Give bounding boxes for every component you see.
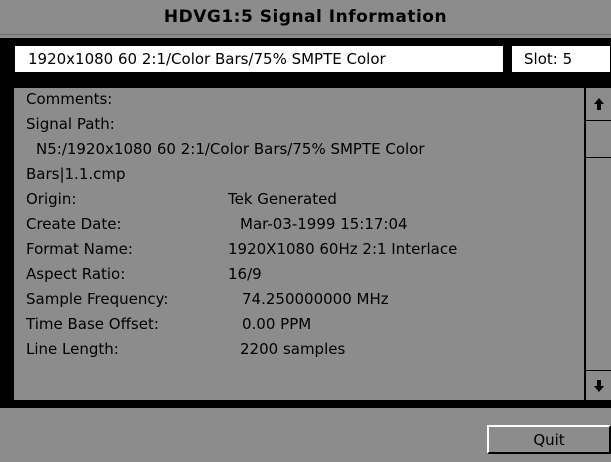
aspect-ratio-value: 16/9: [228, 265, 262, 283]
footer: Quit: [0, 408, 611, 462]
arrow-up-icon: [593, 98, 604, 110]
scroll-down-button[interactable]: [586, 370, 611, 401]
signal-name-field[interactable]: 1920x1080 60 2:1/Color Bars/75% SMPTE Co…: [14, 45, 504, 73]
aspect-ratio-label: Aspect Ratio:: [26, 265, 126, 283]
arrow-down-icon: [593, 380, 604, 392]
format-name-value: 1920X1080 60Hz 2:1 Interlace: [228, 240, 458, 258]
origin-label: Origin:: [26, 190, 77, 208]
create-date-label: Create Date:: [26, 215, 122, 233]
sample-frequency-label: Sample Frequency:: [26, 290, 169, 308]
signal-path-value-line2: Bars|1.1.cmp: [26, 165, 126, 183]
line-length-value: 2200 samples: [240, 340, 346, 358]
comments-label: Comments:: [26, 90, 113, 108]
scroll-up-button[interactable]: [586, 88, 611, 121]
signal-path-label: Signal Path:: [26, 115, 115, 133]
quit-button[interactable]: Quit: [487, 425, 611, 454]
time-base-offset-label: Time Base Offset:: [26, 315, 159, 333]
sample-frequency-value: 74.250000000 MHz: [242, 290, 389, 308]
slot-field[interactable]: Slot: 5: [511, 45, 611, 73]
time-base-offset-value: 0.00 PPM: [242, 315, 312, 333]
line-length-label: Line Length:: [26, 340, 119, 358]
window-title: HDVG1:5 Signal Information: [0, 0, 611, 35]
info-text-area: Comments: Signal Path: N5:/1920x1080 60 …: [14, 88, 584, 400]
vertical-scrollbar[interactable]: [585, 88, 611, 400]
signal-path-value-line1: N5:/1920x1080 60 2:1/Color Bars/75% SMPT…: [36, 140, 425, 158]
format-name-label: Format Name:: [26, 240, 133, 258]
create-date-value: Mar-03-1999 15:17:04: [240, 215, 408, 233]
info-panel: Comments: Signal Path: N5:/1920x1080 60 …: [0, 82, 611, 408]
origin-value: Tek Generated: [228, 190, 337, 208]
scroll-thumb[interactable]: [586, 121, 611, 158]
signal-header: 1920x1080 60 2:1/Color Bars/75% SMPTE Co…: [0, 38, 611, 82]
